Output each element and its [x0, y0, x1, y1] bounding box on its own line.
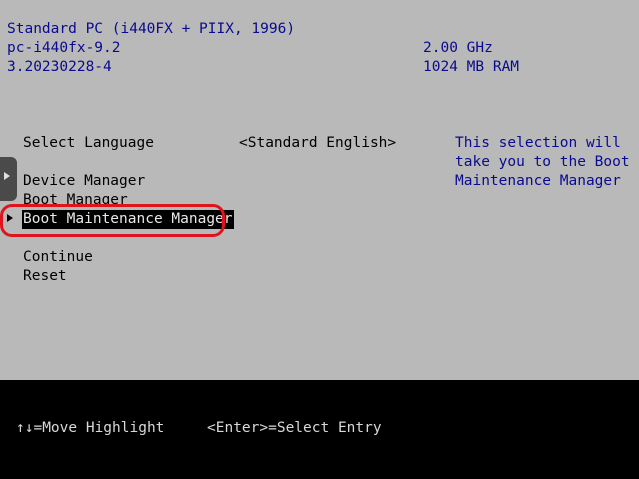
bios-main-screen: Standard PC (i440FX + PIIX, 1996) pc-i44… [0, 0, 639, 380]
cpu-speed: 2.00 GHz [423, 40, 493, 56]
menu-item-reset[interactable]: Reset [23, 267, 67, 286]
highlight-annotation [0, 204, 225, 237]
help-text-line-1: This selection will [455, 135, 621, 151]
menu-item-device-manager[interactable]: Device Manager [23, 172, 145, 191]
select-entry-hint: <Enter>=Select Entry [207, 420, 382, 436]
select-language-label[interactable]: Select Language [23, 134, 154, 153]
move-highlight-hint: ↑↓=Move Highlight [16, 420, 165, 436]
side-tab [0, 157, 17, 201]
tab-arrow-icon [4, 172, 10, 180]
language-value[interactable]: <Standard English> [239, 134, 396, 153]
machine-type: pc-i440fx-9.2 [7, 40, 121, 56]
help-text-line-2: take you to the Boot [455, 154, 630, 170]
firmware-version: 3.20230228-4 [7, 59, 112, 75]
footer-bar: ↑↓=Move Highlight <Enter>=Select Entry [0, 380, 639, 479]
system-model: Standard PC (i440FX + PIIX, 1996) [7, 21, 296, 37]
menu-item-continue[interactable]: Continue [23, 248, 93, 267]
memory-size: 1024 MB RAM [423, 59, 520, 75]
help-text-line-3: Maintenance Manager [455, 173, 621, 189]
